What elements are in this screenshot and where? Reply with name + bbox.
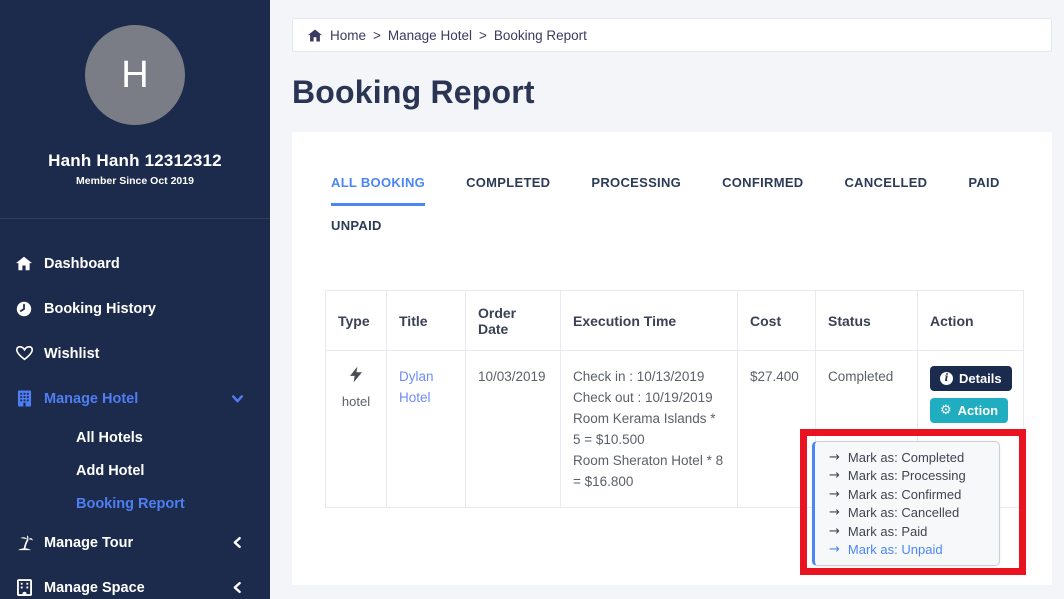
- execution-line: Room Kerama Islands * 5 = $10.500: [573, 408, 725, 450]
- execution-line: Check in : 10/13/2019: [573, 366, 725, 387]
- execution-line: Check out : 10/19/2019: [573, 387, 725, 408]
- breadcrumb-manage-hotel[interactable]: Manage Hotel: [388, 28, 472, 43]
- col-header-execution-time: Execution Time: [561, 291, 738, 351]
- col-header-type: Type: [326, 291, 387, 351]
- sidebar-item-label: Add Hotel: [76, 463, 144, 479]
- tab-all-booking[interactable]: ALL BOOKING: [331, 175, 425, 206]
- clock-icon: [15, 301, 33, 317]
- action-button[interactable]: ⚙ Action: [930, 398, 1008, 423]
- hotel-building-icon: [15, 390, 33, 407]
- sidebar-item-wishlist[interactable]: Wishlist: [0, 331, 270, 376]
- sidebar-divider: [0, 218, 270, 219]
- chevron-left-icon: [231, 536, 244, 549]
- chevron-left-icon: [231, 581, 244, 594]
- cell-order-date: 10/03/2019: [466, 351, 561, 508]
- details-button-label: Details: [959, 371, 1002, 386]
- heart-icon: [15, 346, 33, 361]
- sidebar-item-label: Wishlist: [44, 346, 99, 362]
- sidebar-item-label: Manage Hotel: [44, 391, 138, 407]
- sidebar-item-booking-report[interactable]: Booking Report: [0, 487, 270, 520]
- sidebar-item-dashboard[interactable]: Dashboard: [0, 241, 270, 286]
- sidebar-item-add-hotel[interactable]: Add Hotel: [0, 454, 270, 487]
- col-header-cost: Cost: [738, 291, 816, 351]
- breadcrumb-current: Booking Report: [494, 28, 587, 43]
- sidebar: H Hanh Hanh 12312312 Member Since Oct 20…: [0, 0, 270, 599]
- sidebar-item-manage-space[interactable]: Manage Space: [0, 565, 270, 599]
- gears-icon: ⚙: [940, 404, 952, 417]
- execution-line: Room Sheraton Hotel * 8 = $16.800: [573, 450, 725, 492]
- manage-hotel-submenu: All Hotels Add Hotel Booking Report: [0, 421, 270, 520]
- cell-type: hotel: [326, 351, 387, 508]
- col-header-title: Title: [387, 291, 466, 351]
- avatar-letter: H: [121, 54, 148, 97]
- table-header-row: Type Title Order Date Execution Time Cos…: [326, 291, 1024, 351]
- tab-cancelled[interactable]: CANCELLED: [844, 175, 927, 206]
- cell-title: Dylan Hotel: [387, 351, 466, 508]
- cell-execution-time: Check in : 10/13/2019 Check out : 10/19/…: [561, 351, 738, 508]
- page-title: Booking Report: [292, 74, 1052, 111]
- tab-confirmed[interactable]: CONFIRMED: [722, 175, 803, 206]
- tab-unpaid[interactable]: UNPAID: [331, 218, 382, 249]
- hotel-title-link[interactable]: Dylan Hotel: [399, 369, 434, 405]
- user-name: Hanh Hanh 12312312: [0, 151, 270, 171]
- sidebar-item-label: Dashboard: [44, 256, 120, 272]
- sidebar-item-label: Manage Space: [44, 580, 145, 596]
- home-icon: [308, 29, 322, 42]
- tab-paid[interactable]: PAID: [968, 175, 999, 206]
- member-since: Member Since Oct 2019: [0, 175, 270, 187]
- sidebar-item-manage-hotel[interactable]: Manage Hotel: [0, 376, 270, 421]
- breadcrumb: Home > Manage Hotel > Booking Report: [292, 18, 1052, 52]
- tab-completed[interactable]: COMPLETED: [466, 175, 550, 206]
- home-icon: [15, 256, 33, 271]
- avatar: H: [85, 25, 185, 125]
- col-header-action: Action: [918, 291, 1024, 351]
- type-label: hotel: [338, 391, 374, 412]
- sidebar-nav: Dashboard Booking History Wishlist Manag…: [0, 241, 270, 599]
- sidebar-item-manage-tour[interactable]: Manage Tour: [0, 520, 270, 565]
- action-button-label: Action: [958, 403, 998, 418]
- col-header-order-date: Order Date: [466, 291, 561, 351]
- breadcrumb-separator: >: [373, 28, 381, 43]
- sidebar-item-booking-history[interactable]: Booking History: [0, 286, 270, 331]
- bolt-icon: [338, 366, 374, 389]
- sidebar-item-label: Booking Report: [76, 496, 185, 512]
- red-highlight-annotation: [800, 429, 1026, 575]
- palm-tree-icon: [15, 535, 33, 551]
- chevron-down-icon: [231, 392, 244, 405]
- details-button[interactable]: i Details: [930, 366, 1012, 391]
- info-icon: i: [940, 372, 953, 385]
- sidebar-item-label: Booking History: [44, 301, 156, 317]
- sidebar-item-all-hotels[interactable]: All Hotels: [0, 421, 270, 454]
- sidebar-item-label: All Hotels: [76, 430, 143, 446]
- tab-processing[interactable]: PROCESSING: [591, 175, 681, 206]
- status-tabs: ALL BOOKING COMPLETED PROCESSING CONFIRM…: [331, 175, 1031, 249]
- space-building-icon: [15, 579, 33, 596]
- sidebar-item-label: Manage Tour: [44, 535, 133, 551]
- breadcrumb-home[interactable]: Home: [330, 28, 366, 43]
- breadcrumb-separator: >: [479, 28, 487, 43]
- col-header-status: Status: [816, 291, 918, 351]
